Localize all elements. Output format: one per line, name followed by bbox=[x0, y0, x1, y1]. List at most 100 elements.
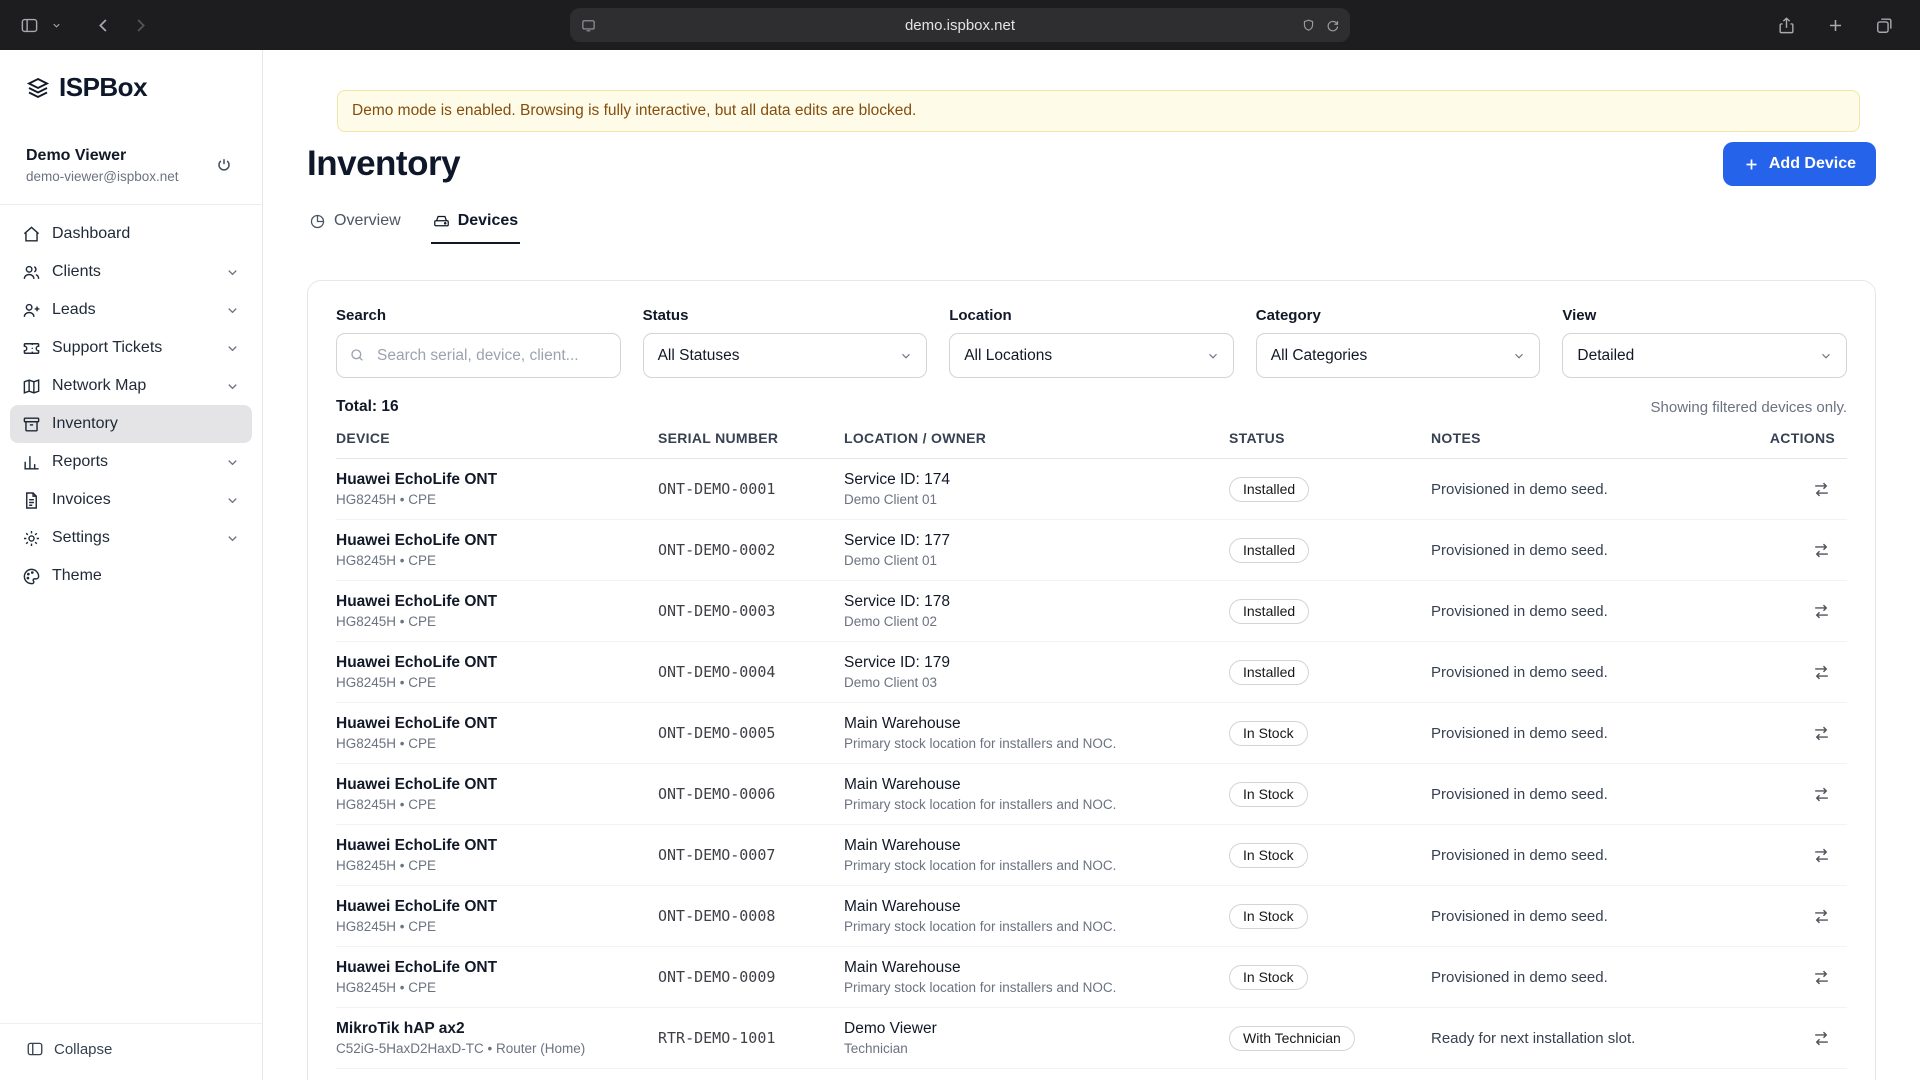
location-owner: Main Warehouse bbox=[844, 715, 961, 732]
transfer-action-icon[interactable] bbox=[1806, 779, 1837, 810]
table-row[interactable]: MikroTik hAP ax2 C52iG-5HaxD2HaxD-TC • Ro… bbox=[336, 1008, 1847, 1069]
status-badge: Installed bbox=[1229, 598, 1310, 624]
location-owner: Service ID: 178 bbox=[844, 593, 950, 610]
sidebar-item-label: Support Tickets bbox=[52, 339, 163, 356]
chevron-down-icon bbox=[225, 379, 240, 394]
status-select[interactable]: All Statuses bbox=[642, 333, 928, 378]
location-detail: Demo Client 01 bbox=[844, 553, 938, 568]
sidebar-item-label: Theme bbox=[52, 567, 102, 584]
serial-number: ONT-DEMO-0005 bbox=[658, 724, 776, 742]
status-badge: Installed bbox=[1229, 476, 1310, 502]
location-select-value: All Locations bbox=[964, 346, 1053, 364]
sidebar-item-theme[interactable]: Theme bbox=[10, 557, 252, 595]
divider bbox=[0, 204, 262, 205]
back-button[interactable] bbox=[90, 12, 117, 39]
chevron-down-icon bbox=[225, 531, 240, 546]
device-name: Huawei EchoLife ONT bbox=[336, 471, 498, 488]
add-device-button[interactable]: Add Device bbox=[1722, 142, 1876, 186]
table-header: DEVICE SERIAL NUMBER LOCATION / OWNER ST… bbox=[336, 430, 1847, 459]
device-model: HG8245H • CPE bbox=[336, 980, 437, 995]
transfer-action-icon[interactable] bbox=[1806, 535, 1837, 566]
column-header-notes: NOTES bbox=[1431, 430, 1481, 446]
sidebar-item-invoices[interactable]: Invoices bbox=[10, 481, 252, 519]
tab-label: Overview bbox=[334, 212, 401, 229]
chevron-down-icon[interactable] bbox=[47, 16, 66, 35]
sidebar-toggle-icon[interactable] bbox=[16, 12, 43, 39]
table-row[interactable]: Huawei EchoLife ONT HG8245H • CPE ONT-DEM… bbox=[336, 886, 1847, 947]
table-row[interactable]: Huawei EchoLife ONT HG8245H • CPE ONT-DEM… bbox=[336, 520, 1847, 581]
tab-devices[interactable]: Devices bbox=[430, 212, 521, 244]
share-icon[interactable] bbox=[1773, 12, 1800, 39]
transfer-action-icon[interactable] bbox=[1806, 901, 1837, 932]
device-name: Huawei EchoLife ONT bbox=[336, 715, 498, 732]
transfer-action-icon[interactable] bbox=[1806, 962, 1837, 993]
privacy-icon[interactable] bbox=[1301, 18, 1316, 33]
transfer-action-icon[interactable] bbox=[1806, 657, 1837, 688]
layers-icon bbox=[26, 76, 50, 100]
transfer-action-icon[interactable] bbox=[1806, 1023, 1837, 1054]
chevron-down-icon bbox=[225, 493, 240, 508]
serial-number: ONT-DEMO-0006 bbox=[658, 785, 776, 803]
archive-icon bbox=[22, 415, 41, 434]
browser-chrome: demo.ispbox.net bbox=[0, 0, 1920, 50]
sidebar-item-label: Settings bbox=[52, 529, 110, 546]
device-name: MikroTik hAP ax2 bbox=[336, 1020, 465, 1037]
logout-power-icon[interactable] bbox=[208, 149, 240, 181]
collapse-button[interactable]: Collapse bbox=[0, 1023, 262, 1080]
sidebar-item-support-tickets[interactable]: Support Tickets bbox=[10, 329, 252, 367]
device-name: Huawei EchoLife ONT bbox=[336, 532, 498, 549]
device-model: HG8245H • CPE bbox=[336, 858, 437, 873]
user-plus-icon bbox=[22, 301, 41, 320]
sidebar-item-network-map[interactable]: Network Map bbox=[10, 367, 252, 405]
tab-label: Devices bbox=[457, 212, 519, 229]
home-icon bbox=[22, 225, 41, 244]
sidebar-item-settings[interactable]: Settings bbox=[10, 519, 252, 557]
url-text: demo.ispbox.net bbox=[904, 16, 1016, 34]
table-row[interactable]: Huawei EchoLife ONT HG8245H • CPE ONT-DEM… bbox=[336, 703, 1847, 764]
location-owner: Demo Viewer bbox=[844, 1020, 937, 1037]
reload-icon[interactable] bbox=[1325, 18, 1340, 33]
table-row[interactable]: Huawei EchoLife ONT HG8245H • CPE ONT-DEM… bbox=[336, 642, 1847, 703]
forward-button[interactable] bbox=[127, 12, 154, 39]
total-count: Total: 16 bbox=[336, 398, 399, 416]
serial-number: ONT-DEMO-0001 bbox=[658, 480, 776, 498]
sidebar-item-reports[interactable]: Reports bbox=[10, 443, 252, 481]
transfer-action-icon[interactable] bbox=[1806, 596, 1837, 627]
table-row[interactable]: Huawei EchoLife ONT HG8245H • CPE ONT-DEM… bbox=[336, 947, 1847, 1008]
table-row[interactable]: Huawei EchoLife ONT HG8245H • CPE ONT-DEM… bbox=[336, 459, 1847, 520]
user-email: demo-viewer@ispbox.net bbox=[26, 169, 179, 184]
add-device-label: Add Device bbox=[1768, 155, 1856, 172]
location-detail: Primary stock location for installers an… bbox=[844, 980, 1117, 995]
tab-overview-icon[interactable] bbox=[1871, 12, 1898, 39]
map-icon bbox=[22, 377, 41, 396]
location-owner: Service ID: 174 bbox=[844, 471, 950, 488]
hard-drive-icon bbox=[433, 213, 450, 230]
new-tab-icon[interactable] bbox=[1822, 12, 1849, 39]
sidebar-item-dashboard[interactable]: Dashboard bbox=[10, 215, 252, 253]
sidebar-item-clients[interactable]: Clients bbox=[10, 253, 252, 291]
tab-overview[interactable]: Overview bbox=[307, 212, 403, 244]
location-detail: Technician bbox=[844, 1041, 908, 1056]
category-select[interactable]: All Categories bbox=[1255, 333, 1541, 378]
bar-chart-icon bbox=[22, 453, 41, 472]
transfer-action-icon[interactable] bbox=[1806, 474, 1837, 505]
device-model: HG8245H • CPE bbox=[336, 736, 437, 751]
notes: Provisioned in demo seed. bbox=[1431, 724, 1608, 742]
address-bar[interactable]: demo.ispbox.net bbox=[570, 8, 1350, 42]
sidebar-item-leads[interactable]: Leads bbox=[10, 291, 252, 329]
table-row[interactable]: Huawei EchoLife ONT HG8245H • CPE ONT-DEM… bbox=[336, 764, 1847, 825]
location-select[interactable]: All Locations bbox=[949, 333, 1234, 378]
notes: Ready for next installation slot. bbox=[1431, 1029, 1636, 1047]
table-row[interactable]: Huawei EchoLife ONT HG8245H • CPE ONT-DEM… bbox=[336, 581, 1847, 642]
transfer-action-icon[interactable] bbox=[1806, 718, 1837, 749]
notes: Provisioned in demo seed. bbox=[1431, 602, 1608, 620]
view-select[interactable]: Detailed bbox=[1562, 333, 1847, 378]
table-row[interactable]: Huawei EchoLife ONT HG8245H • CPE ONT-DEM… bbox=[336, 825, 1847, 886]
column-header-status: STATUS bbox=[1229, 430, 1285, 446]
sidebar-item-label: Clients bbox=[52, 263, 101, 280]
search-input[interactable] bbox=[336, 333, 621, 378]
plus-icon bbox=[1743, 156, 1760, 173]
sidebar-item-inventory[interactable]: Inventory bbox=[10, 405, 252, 443]
transfer-action-icon[interactable] bbox=[1806, 840, 1837, 871]
ticket-icon bbox=[22, 339, 41, 358]
